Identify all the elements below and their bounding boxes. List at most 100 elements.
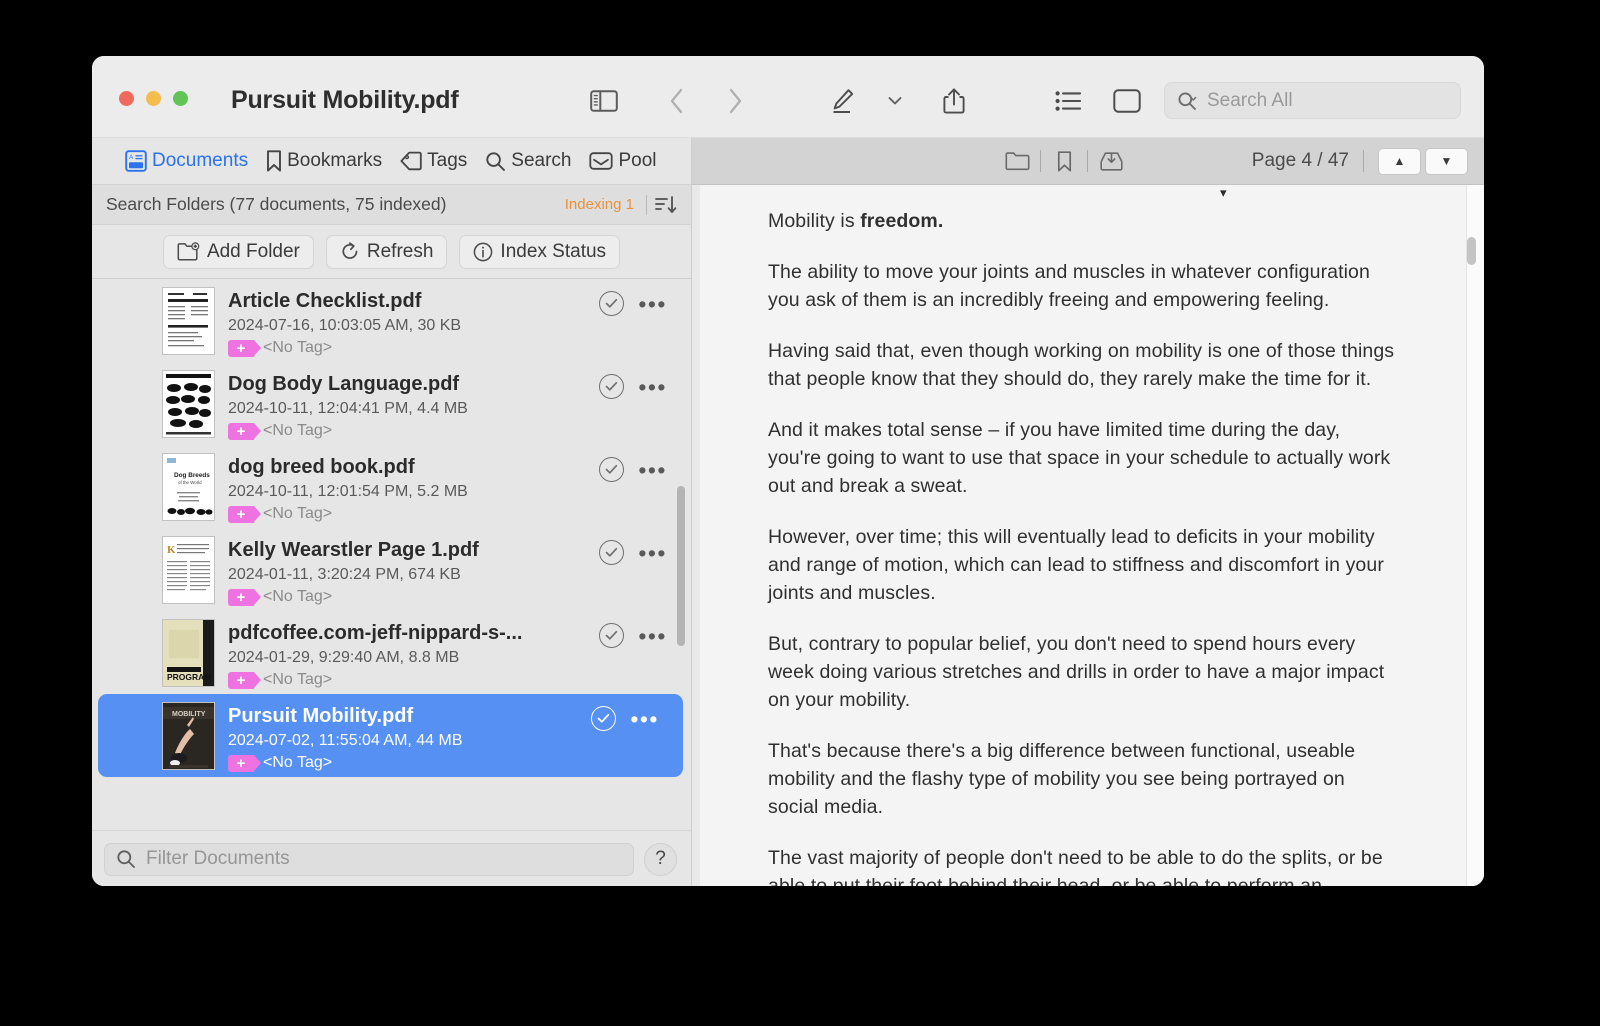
sidebar-tab-documents[interactable]: A Documents (125, 150, 248, 172)
previous-page-button[interactable]: ▲ (1378, 147, 1421, 175)
back-button[interactable] (657, 83, 697, 119)
svg-text:PROGRAM: PROGRAM (167, 672, 211, 682)
bookmark-icon[interactable] (1041, 144, 1087, 178)
document-tag-row[interactable]: + <No Tag> (228, 505, 599, 523)
table-row[interactable]: Article Checklist.pdf 2024-07-16, 10:03:… (92, 279, 691, 362)
help-button[interactable]: ? (644, 842, 677, 876)
filter-bar: Filter Documents ? (92, 830, 691, 886)
pen-markup-icon[interactable] (823, 83, 863, 119)
indexed-check-icon[interactable] (599, 291, 625, 316)
search-all-input[interactable]: Search All (1164, 82, 1461, 119)
indexed-check-icon[interactable] (591, 706, 617, 731)
document-meta: 2024-01-29, 9:29:40 AM, 8.8 MB (228, 649, 460, 666)
row-more-button[interactable]: ••• (630, 707, 659, 730)
document-name: Dog Body Language.pdf (228, 373, 460, 395)
document-tag-label: <No Tag> (263, 671, 333, 688)
sidebar-scrollbar[interactable] (677, 486, 685, 646)
add-tag-icon[interactable]: + (228, 754, 261, 772)
chevron-down-icon[interactable] (875, 83, 915, 119)
sidebar-tab-bookmarks[interactable]: Bookmarks (266, 150, 382, 172)
paragraph-4: And it makes total sense – if you have l… (768, 419, 1391, 497)
add-tag-icon[interactable]: + (228, 505, 261, 523)
document-tag-label: <No Tag> (263, 588, 333, 605)
filter-documents-input[interactable]: Filter Documents (104, 842, 634, 876)
folder-add-icon (177, 242, 200, 261)
document-tag-label: <No Tag> (263, 339, 333, 356)
document-tag-row[interactable]: + <No Tag> (228, 339, 599, 357)
share-icon[interactable] (934, 83, 974, 119)
document-tag-row[interactable]: + <No Tag> (228, 671, 599, 689)
row-more-button[interactable]: ••• (638, 292, 667, 315)
tag-icon (400, 151, 422, 171)
document-meta: 2024-10-11, 12:04:41 PM, 4.4 MB (228, 400, 468, 417)
panel-icon[interactable] (1107, 83, 1147, 119)
page-indicator: Page 4 / 47 (1251, 150, 1349, 171)
list-view-icon[interactable] (1048, 83, 1088, 119)
document-thumbnail (162, 370, 215, 438)
indexed-check-icon[interactable] (599, 540, 625, 565)
add-tag-icon[interactable]: + (228, 588, 261, 606)
refresh-button[interactable]: Refresh (325, 234, 448, 269)
paragraph-8: The vast majority of people don't need t… (768, 847, 1383, 886)
sidebar-tab-pool-label: Pool (618, 150, 657, 171)
minimize-button[interactable] (146, 91, 161, 106)
sidebar-tabs: A Documents Bookmarks Tags Search Pool (92, 138, 691, 184)
sidebar-tab-bookmarks-label: Bookmarks (287, 150, 383, 171)
page-scrollbar[interactable] (1467, 237, 1476, 265)
table-row[interactable]: Dog Breeds of the World dog breed book.p… (92, 445, 691, 528)
row-more-button[interactable]: ••• (638, 375, 667, 398)
window-titlebar: Pursuit Mobility.pdf Search All (92, 56, 1484, 138)
info-circle-icon (474, 242, 493, 261)
indexing-status: Indexing 1 (564, 196, 634, 213)
sidebar-tab-tags[interactable]: Tags (400, 150, 467, 172)
document-tag-row[interactable]: + <No Tag> (228, 422, 599, 440)
paragraph-6: But, contrary to popular belief, you don… (768, 633, 1385, 711)
inbox-download-icon[interactable] (1088, 144, 1134, 178)
bookmark-icon (267, 150, 282, 172)
document-tag-row[interactable]: + <No Tag> (228, 754, 591, 772)
paragraph-7: That's because there's a big difference … (768, 740, 1356, 818)
document-meta: 2024-07-02, 11:55:04 AM, 44 MB (228, 732, 463, 749)
table-row-selected[interactable]: MOBILITY Pursuit Mobility.pdf 2024-07-02… (98, 694, 683, 777)
forward-button[interactable] (715, 83, 755, 119)
add-folder-button[interactable]: Add Folder (162, 234, 314, 269)
add-tag-icon[interactable]: + (228, 422, 261, 440)
indexed-check-icon[interactable] (599, 457, 625, 482)
add-tag-icon[interactable]: + (228, 671, 261, 689)
table-row[interactable]: K Kelly Wearstler Page 1.pdf 2024-01-11,… (92, 528, 691, 611)
table-row[interactable]: Dog Body Language.pdf 2024-10-11, 12:04:… (92, 362, 691, 445)
sidebar-tab-pool[interactable]: Pool (589, 150, 657, 172)
magnifier-icon (486, 151, 506, 171)
next-page-button[interactable]: ▼ (1425, 147, 1468, 175)
window-title: Pursuit Mobility.pdf (231, 86, 459, 114)
close-button[interactable] (119, 91, 134, 106)
folder-icon[interactable] (994, 144, 1040, 178)
document-meta: 2024-01-11, 3:20:24 PM, 674 KB (228, 566, 461, 583)
paragraph-3: Having said that, even though working on… (768, 340, 1395, 390)
indexed-check-icon[interactable] (599, 374, 625, 399)
document-meta: 2024-10-11, 12:01:54 PM, 5.2 MB (228, 483, 468, 500)
svg-text:A: A (129, 154, 134, 161)
traffic-light-group (119, 91, 188, 106)
document-tag-row[interactable]: + <No Tag> (228, 588, 599, 606)
search-folders-title: Search Folders (77 documents, 75 indexed… (106, 194, 447, 214)
document-name: Pursuit Mobility.pdf (228, 705, 414, 727)
sidebar-toggle-icon[interactable] (584, 83, 624, 119)
sidebar-tab-search-label: Search (511, 150, 572, 171)
zoom-button[interactable] (173, 91, 188, 106)
add-tag-icon[interactable]: + (228, 339, 261, 357)
document-list[interactable]: Article Checklist.pdf 2024-07-16, 10:03:… (92, 279, 691, 830)
page-text: Mobility is freedom. The ability to move… (768, 195, 1398, 886)
sort-descending-icon[interactable] (655, 195, 677, 215)
row-more-button[interactable]: ••• (638, 624, 667, 647)
add-folder-label: Add Folder (206, 240, 300, 262)
row-more-button[interactable]: ••• (638, 541, 667, 564)
index-status-button[interactable]: Index Status (459, 234, 621, 269)
row-more-button[interactable]: ••• (638, 458, 667, 481)
pdf-page[interactable]: ▾ Mobility is freedom. The ability to mo… (692, 185, 1484, 886)
page-stepper[interactable]: ▲ ▼ (1378, 147, 1468, 175)
table-row[interactable]: PROGRAM pdfcoffee.com-jeff-nippard-s-...… (92, 611, 691, 694)
sidebar-tab-search[interactable]: Search (485, 150, 571, 172)
magnifier-icon (1178, 91, 1197, 110)
indexed-check-icon[interactable] (599, 623, 625, 648)
